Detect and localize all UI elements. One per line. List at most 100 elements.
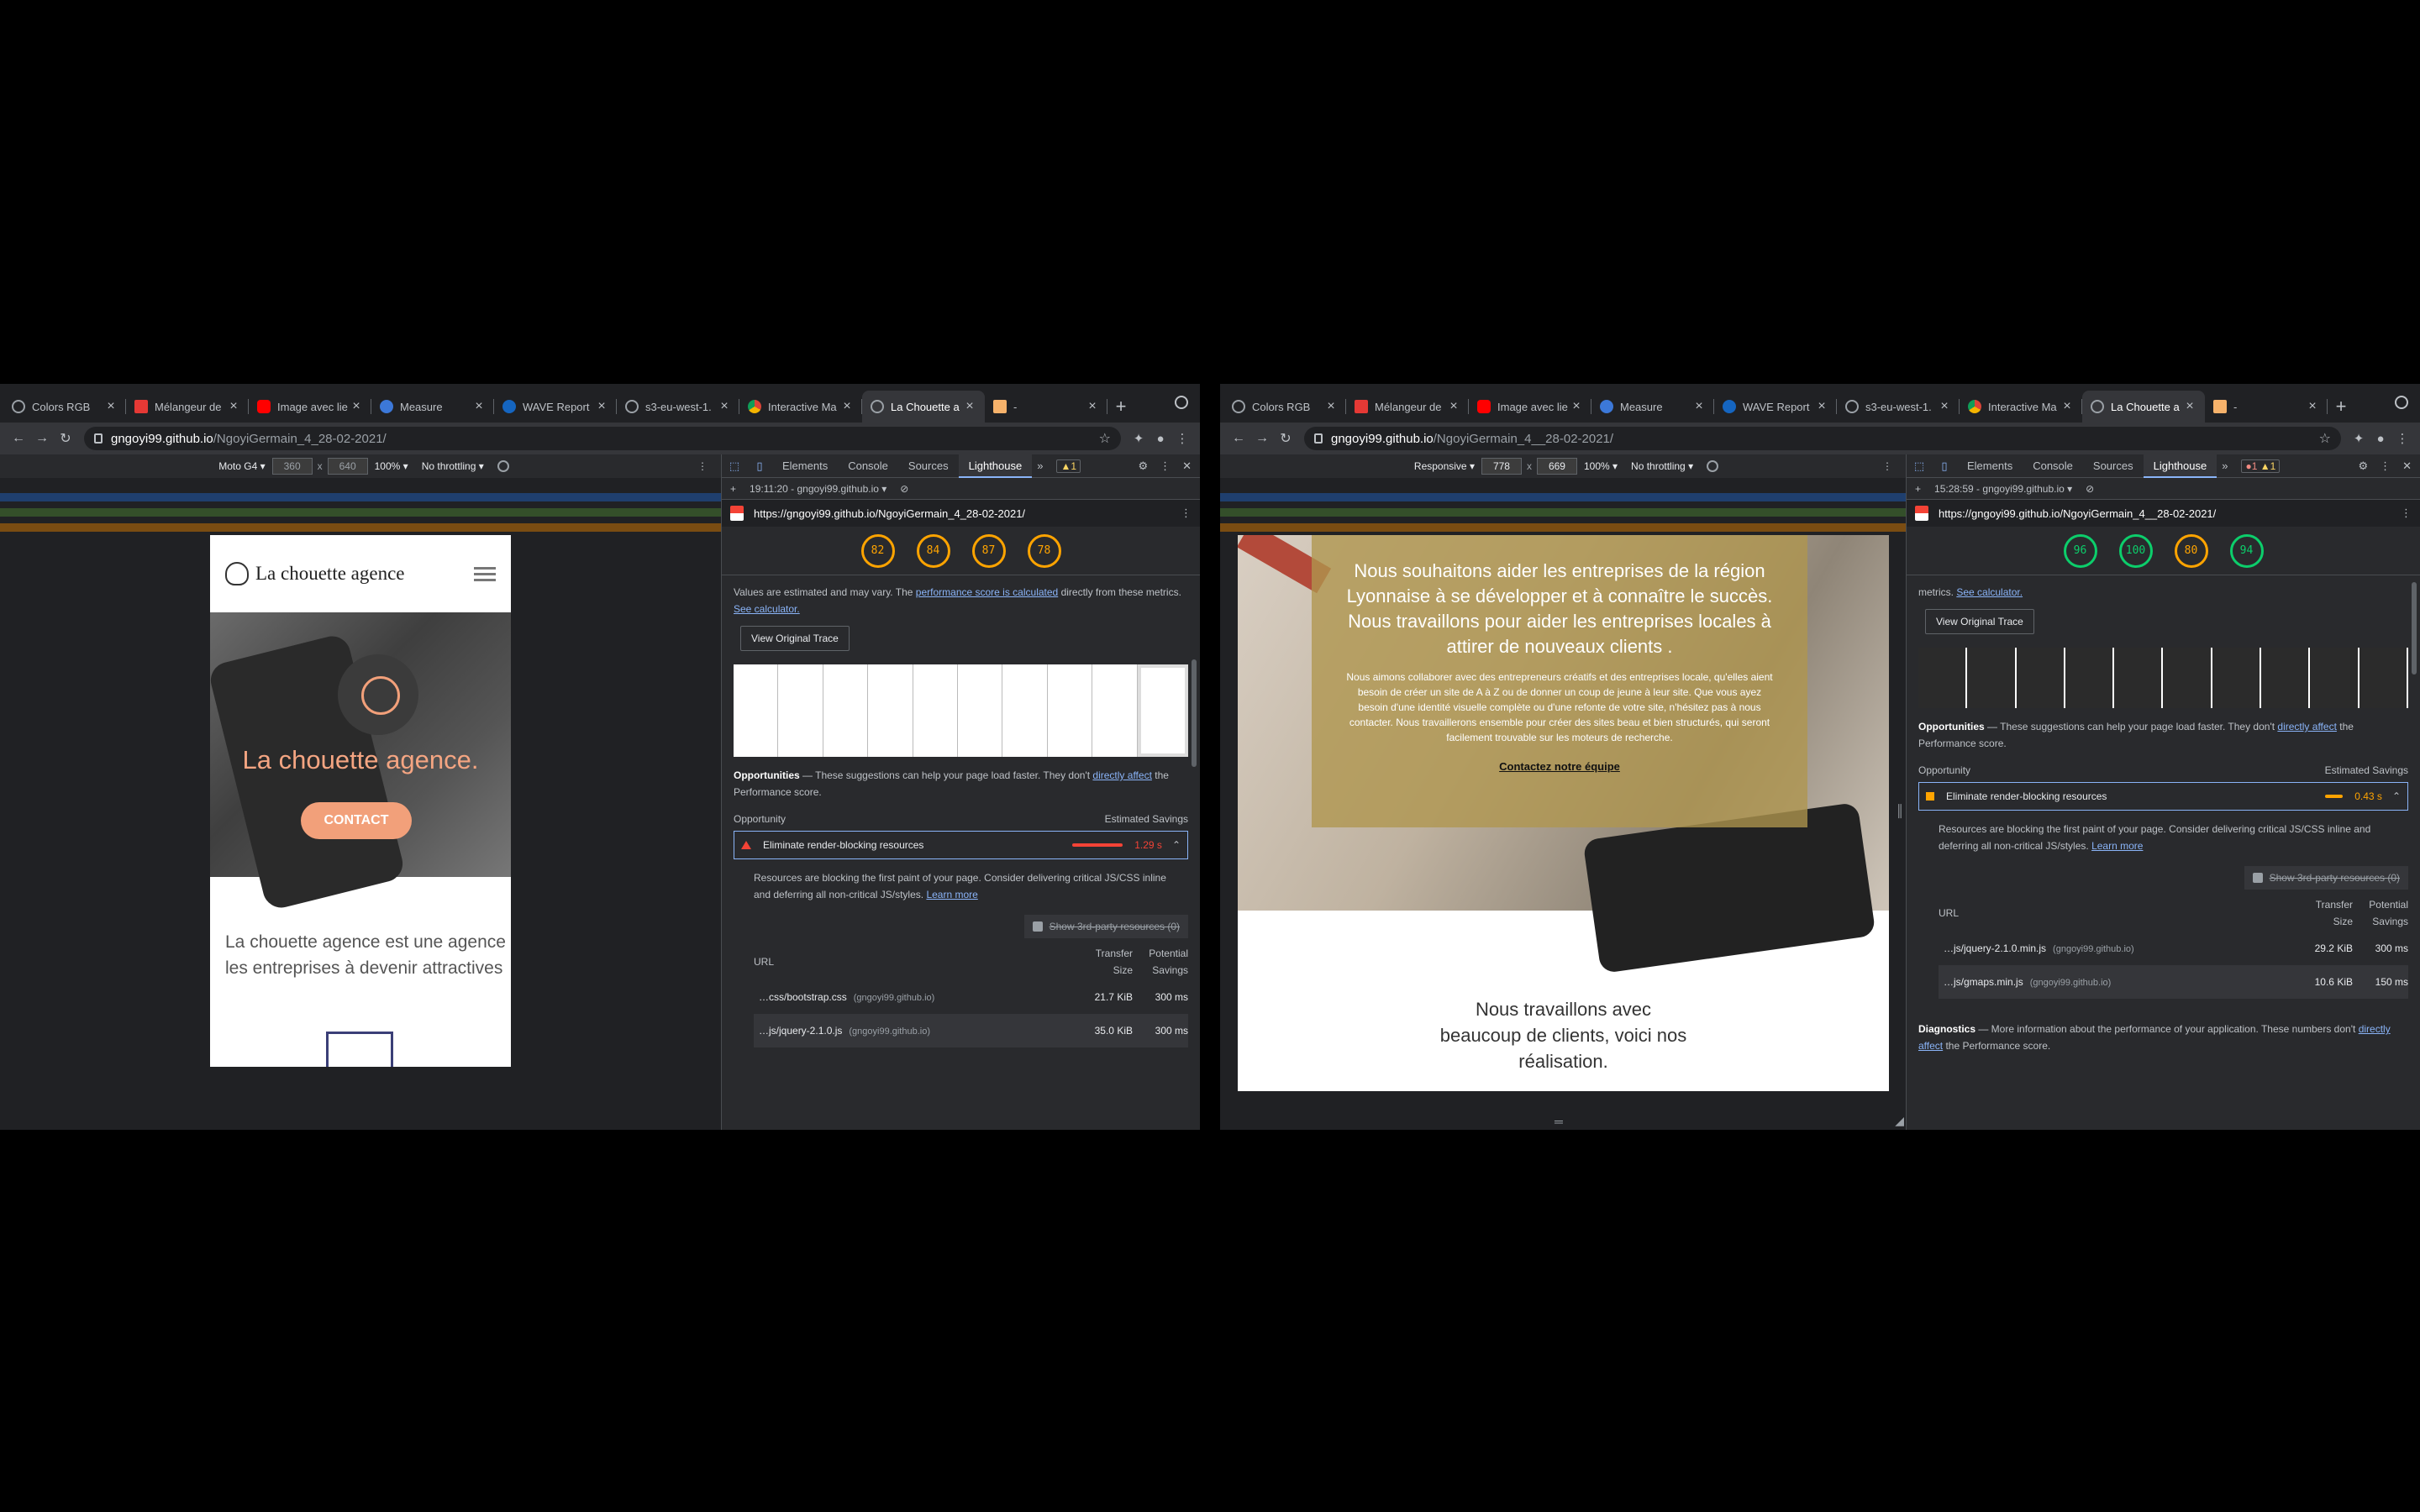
media-query-bar-range[interactable] [0,523,721,532]
browser-tab[interactable]: Mélangeur de × [126,391,249,423]
forward-icon[interactable]: → [1250,427,1274,450]
site-logo-text[interactable]: La chouette agence [255,563,405,585]
tab-console[interactable]: Console [838,454,898,478]
devtools-menu-icon[interactable]: ⋮ [1160,459,1171,473]
menu-icon[interactable]: ⋮ [2391,431,2413,446]
devtools-scrollbar[interactable] [1192,659,1197,767]
profile-icon[interactable]: ● [1150,432,1171,446]
browser-tab[interactable]: WAVE Report × [1714,391,1837,423]
browser-tab[interactable]: Mélangeur de × [1346,391,1469,423]
media-query-bar-max[interactable] [0,493,721,501]
zoom-select[interactable]: 100% ▾ [375,460,408,472]
score-seo[interactable]: 78 [1027,533,1061,568]
device-toggle-icon[interactable]: ▯ [747,459,772,473]
browser-tab[interactable]: Measure × [371,391,494,423]
resize-handle-corner[interactable]: ◢ [1895,1114,1904,1128]
close-tab-icon[interactable]: × [2306,399,2319,414]
browser-tab[interactable]: s3-eu-west-1. × [617,391,739,423]
close-tab-icon[interactable]: × [1692,399,1706,414]
contact-button[interactable]: CONTACT [301,802,412,839]
report-select[interactable]: 19:11:20 - gngoyi99.github.io ▾ [750,483,886,495]
reload-icon[interactable]: ↻ [54,427,77,450]
close-tab-icon[interactable]: × [963,399,976,414]
zoom-select[interactable]: 100% ▾ [1584,460,1618,472]
calculator-link[interactable]: See calculator. [1956,586,2023,598]
close-tab-icon[interactable]: × [1570,399,1583,414]
tab-elements[interactable]: Elements [1957,454,2023,478]
tab-sources[interactable]: Sources [898,454,959,478]
close-tab-icon[interactable]: × [1815,399,1828,414]
devtools-scrollbar[interactable] [2412,582,2417,675]
extensions-icon[interactable]: ✦ [1128,431,1150,446]
report-select[interactable]: 15:28:59 - gngoyi99.github.io ▾ [1934,483,2072,495]
forward-icon[interactable]: → [30,427,54,450]
browser-tab[interactable]: - × [985,391,1107,423]
new-report-icon[interactable]: + [730,483,736,495]
issues-badge[interactable]: ●1 ▲1 [2241,459,2281,473]
new-tab-button[interactable]: + [1107,391,1134,423]
browser-tab[interactable]: Image avec lie × [249,391,371,423]
close-tab-icon[interactable]: × [350,399,363,414]
score-best-practices[interactable]: 87 [971,533,1006,568]
score-accessibility[interactable]: 100 [2118,533,2153,568]
score-seo[interactable]: 94 [2229,533,2264,568]
close-icon[interactable]: ✕ [1182,459,1192,473]
chevron-up-icon[interactable]: ⌃ [1172,837,1181,853]
close-icon[interactable]: ✕ [2402,459,2412,473]
row-url[interactable]: …js/gmaps.min.js [1944,976,2023,988]
tab-search-icon[interactable] [1175,396,1188,409]
browser-tab[interactable]: Image avec lie × [1469,391,1591,423]
chevron-up-icon[interactable]: ⌃ [2392,788,2401,805]
score-best-practices[interactable]: 80 [2174,533,2208,568]
third-party-checkbox[interactable]: Show 3rd-party resources (0) [2244,866,2408,890]
close-tab-icon[interactable]: × [718,399,731,414]
close-tab-icon[interactable]: × [104,399,118,414]
audit-render-blocking[interactable]: Eliminate render-blocking resources 1.29… [734,831,1188,859]
browser-tab[interactable]: Colors RGB × [3,391,126,423]
row-url[interactable]: …css/bootstrap.css [759,991,847,1003]
score-performance[interactable]: 96 [2063,533,2097,568]
media-query-bar-min[interactable] [0,508,721,517]
throttling-select[interactable]: No throttling ▾ [422,460,484,472]
browser-tab[interactable]: La Chouette a × [862,391,985,423]
back-icon[interactable]: ← [1227,427,1250,450]
star-icon[interactable]: ☆ [1099,430,1111,447]
close-tab-icon[interactable]: × [1086,399,1099,414]
score-performance[interactable]: 82 [860,533,895,568]
learn-more-link[interactable]: Learn more [926,889,977,900]
media-query-bar-min[interactable] [1220,508,1906,517]
browser-tab[interactable]: La Chouette a × [2082,391,2205,423]
tab-search-icon[interactable] [2395,396,2408,409]
tab-lighthouse[interactable]: Lighthouse [2143,454,2217,478]
directly-affect-link[interactable]: directly affect [1092,769,1151,781]
close-tab-icon[interactable]: × [2060,399,2074,414]
close-tab-icon[interactable]: × [1324,399,1338,414]
calculator-link[interactable]: See calculator. [734,603,800,615]
width-input[interactable]: 360 [271,458,313,475]
lighthouse-url[interactable]: https://gngoyi99.github.io/NgoyiGermain_… [1939,507,2216,520]
close-tab-icon[interactable]: × [472,399,486,414]
height-input[interactable]: 669 [1536,458,1577,475]
clear-icon[interactable]: ⊘ [900,483,908,495]
clear-icon[interactable]: ⊘ [2086,483,2094,495]
close-tab-icon[interactable]: × [595,399,608,414]
report-menu-icon[interactable]: ⋮ [2401,507,2412,520]
browser-tab[interactable]: Colors RGB × [1223,391,1346,423]
row-url[interactable]: …js/jquery-2.1.0.min.js [1944,942,2046,954]
learn-more-link[interactable]: Learn more [2091,840,2143,852]
browser-tab[interactable]: WAVE Report × [494,391,617,423]
browser-tab[interactable]: - × [2205,391,2328,423]
devtools-menu-icon[interactable]: ⋮ [2380,459,2391,473]
close-tab-icon[interactable]: × [2183,399,2196,414]
lighthouse-url[interactable]: https://gngoyi99.github.io/NgoyiGermain_… [754,507,1025,520]
close-tab-icon[interactable]: × [227,399,240,414]
view-trace-button[interactable]: View Original Trace [740,626,850,651]
browser-tab[interactable]: Interactive Ma × [739,391,862,423]
perf-score-link[interactable]: performance score is calculated [916,586,1058,598]
address-bar[interactable]: gngoyi99.github.io /NgoyiGermain_4__28-0… [1304,427,2341,450]
media-query-bar-max[interactable] [1220,493,1906,501]
new-report-icon[interactable]: + [1915,483,1921,495]
height-input[interactable]: 640 [327,458,368,475]
new-tab-button[interactable]: + [2328,391,2354,423]
tab-elements[interactable]: Elements [772,454,838,478]
